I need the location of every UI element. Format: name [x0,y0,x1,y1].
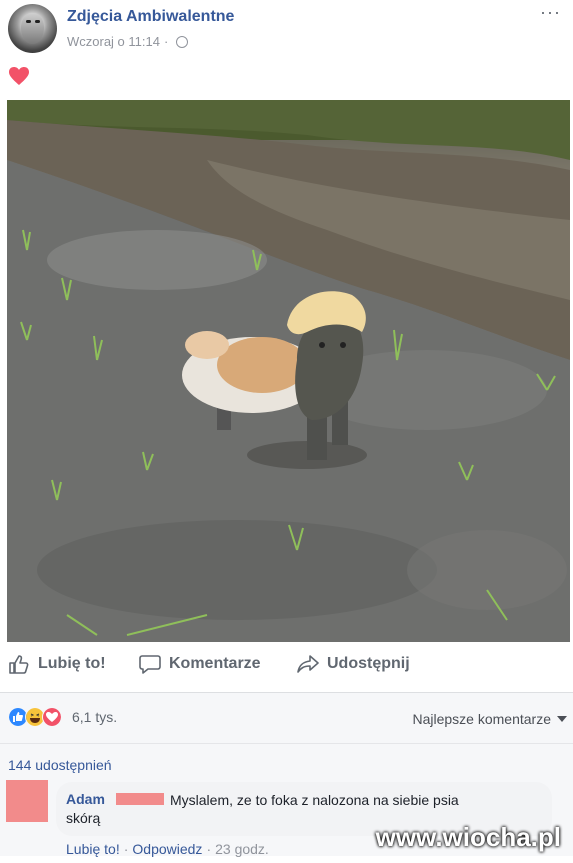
avatar-face [21,13,44,44]
site-watermark: www.wiocha.pl [375,822,561,852]
comment-text-continued: skórą [66,810,101,826]
avatar-eye [26,20,31,23]
comment-sort-dropdown[interactable]: Najlepsze komentarze [412,711,567,727]
more-options-button[interactable]: ··· [540,2,561,23]
separator: · [123,841,129,857]
comment-author[interactable]: Adam [66,791,105,807]
comment-like-link[interactable]: Lubię to! [66,841,120,857]
meta-separator: · [163,34,169,49]
divider [0,743,573,744]
comment-actions: Lubię to! · Odpowiedz · 23 godz. [66,841,269,857]
comment-time[interactable]: 23 godz. [215,841,269,857]
redaction-bar [116,793,164,805]
post-timestamp[interactable]: Wczoraj o 11:14 [67,34,160,49]
love-reaction-icon [42,707,62,727]
post-header: Zdjęcia Ambiwalentne Wczoraj o 11:14 · ·… [0,0,573,60]
photo-illustration [7,100,570,642]
shares-count[interactable]: 144 udostępnień [8,757,112,773]
globe-icon [176,35,189,48]
share-button[interactable]: Udostępnij [297,654,410,674]
reactions-count[interactable]: 6,1 tys. [72,709,117,725]
post-meta: Wczoraj o 11:14 · [67,34,189,49]
heart-icon [9,67,29,85]
commenter-avatar[interactable] [6,780,48,822]
thumbs-up-icon [9,655,29,674]
reaction-icons[interactable] [8,707,62,727]
share-arrow-icon [297,655,319,673]
comment-icon [139,655,161,674]
comment-label: Komentarze [169,655,261,672]
post-photo[interactable] [7,100,570,642]
comment-text: Myslalem, ze to foka z nalozona na siebi… [170,792,459,808]
page-name[interactable]: Zdjęcia Ambiwalentne [67,8,234,26]
share-label: Udostępnij [327,655,410,672]
post-actions-bar: Lubię to! Komentarze Udostępnij [0,648,573,686]
comment-reply-link[interactable]: Odpowiedz [132,841,202,857]
like-label: Lubię to! [38,655,106,672]
page-avatar[interactable] [8,4,57,53]
separator: · [206,841,212,857]
comment-button[interactable]: Komentarze [139,654,261,674]
sort-label: Najlepsze komentarze [412,711,551,727]
avatar-eye [35,20,40,23]
like-button[interactable]: Lubię to! [8,654,106,674]
chevron-down-icon [557,716,567,722]
